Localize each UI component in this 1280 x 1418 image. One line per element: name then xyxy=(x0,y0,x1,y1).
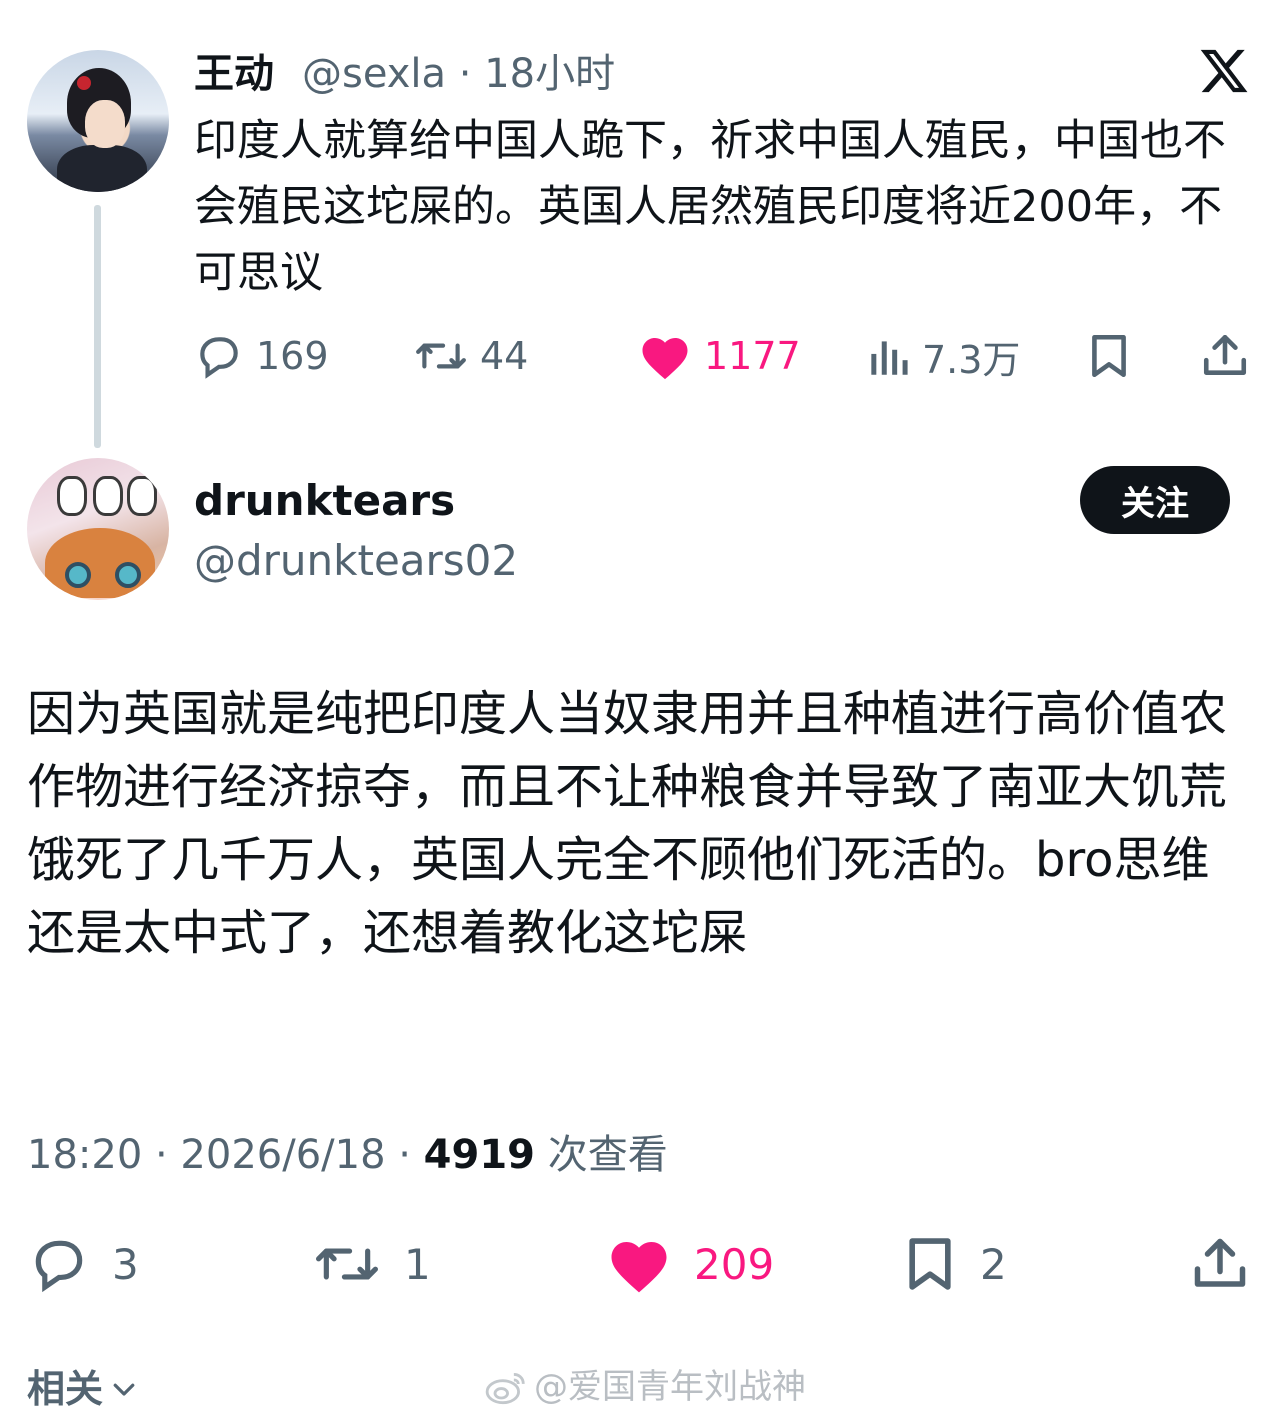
bookmark-icon xyxy=(1086,331,1132,381)
bookmark-icon xyxy=(902,1233,958,1295)
share-icon xyxy=(1200,331,1250,381)
retweet-button[interactable]: 1 xyxy=(312,1232,431,1296)
retweet-count: 1 xyxy=(404,1239,431,1289)
bookmark-button[interactable]: 2 xyxy=(902,1232,1007,1296)
author-name[interactable]: drunktears xyxy=(194,474,455,528)
avatar-drunktears[interactable] xyxy=(27,458,169,600)
share-button[interactable] xyxy=(1200,330,1250,382)
x-logo-icon xyxy=(1198,45,1250,97)
heart-icon xyxy=(606,1233,672,1295)
bookmark-count: 2 xyxy=(980,1239,1007,1289)
author-handle-time[interactable]: @sexla · 18小时 xyxy=(302,48,615,100)
avatar-wangdong[interactable] xyxy=(27,50,169,192)
chevron-down-icon xyxy=(109,1374,139,1404)
reply-icon xyxy=(28,1233,90,1295)
reply-button[interactable]: 169 xyxy=(194,330,329,382)
timestamp-views: 18:20 · 2026/6/18 · 4919 次查看 xyxy=(27,1128,668,1182)
share-icon xyxy=(1190,1233,1250,1295)
related-label: 相关 xyxy=(27,1367,104,1411)
like-button[interactable]: 1177 xyxy=(638,330,801,382)
reply-button[interactable]: 3 xyxy=(28,1232,139,1296)
related-toggle[interactable]: 相关 xyxy=(27,1364,139,1414)
watermark-text: @爱国青年刘战神 xyxy=(534,1367,806,1407)
reply-count: 3 xyxy=(112,1239,139,1289)
thread-connector-line xyxy=(94,205,101,448)
follow-button[interactable]: 关注 xyxy=(1080,466,1230,534)
retweet-count: 44 xyxy=(480,334,529,378)
like-button[interactable]: 209 xyxy=(606,1232,774,1296)
weibo-icon xyxy=(484,1368,528,1406)
share-button[interactable] xyxy=(1190,1232,1250,1296)
tweet-text: 因为英国就是纯把印度人当奴隶用并且种植进行高价值农作物进行经济掠夺，而且不让种粮… xyxy=(27,686,1228,961)
view-suffix: 次查看 xyxy=(535,1132,668,1178)
view-count: 4919 xyxy=(423,1132,535,1178)
views-button[interactable]: 7.3万 xyxy=(866,330,1020,382)
bookmark-button[interactable] xyxy=(1086,330,1132,382)
weibo-watermark: @爱国青年刘战神 xyxy=(484,1362,806,1412)
reply-count: 169 xyxy=(256,334,329,378)
retweet-icon xyxy=(414,331,468,381)
like-count: 209 xyxy=(694,1239,775,1289)
retweet-icon xyxy=(312,1233,382,1295)
author-name[interactable]: 王动 xyxy=(194,48,274,100)
tweet-text: 印度人就算给中国人跪下，祈求中国人殖民，中国也不会殖民这坨屎的。英国人居然殖民印… xyxy=(194,116,1226,298)
retweet-button[interactable]: 44 xyxy=(414,330,528,382)
author-handle[interactable]: @drunktears02 xyxy=(194,534,518,588)
like-count: 1177 xyxy=(704,334,801,378)
timestamp[interactable]: 18:20 · 2026/6/18 · xyxy=(27,1132,424,1178)
views-count: 7.3万 xyxy=(922,337,1021,382)
reply-icon xyxy=(194,331,244,381)
heart-icon xyxy=(638,331,692,381)
views-icon xyxy=(866,331,910,381)
